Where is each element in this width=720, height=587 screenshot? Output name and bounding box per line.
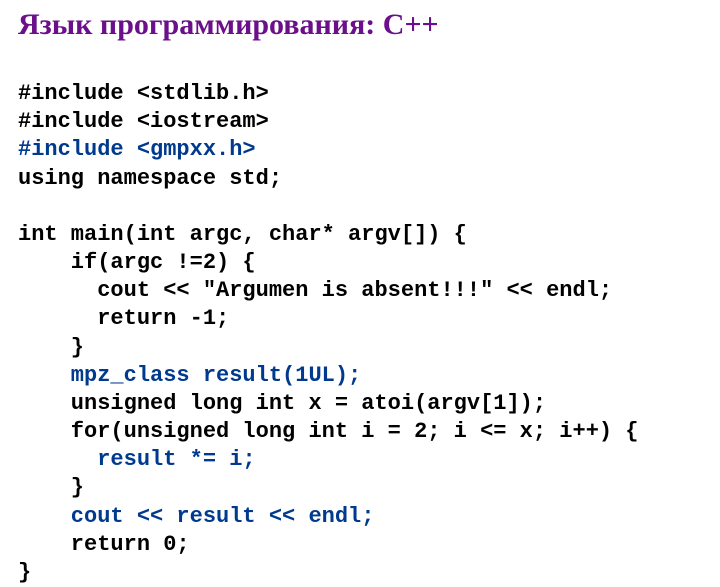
code-line-7: if(argc !=2) {	[18, 250, 256, 275]
code-line-3: #include <gmpxx.h>	[18, 137, 256, 162]
title-language: C++	[383, 8, 439, 41]
code-line-17: return 0;	[18, 532, 190, 557]
code-line-9: return -1;	[18, 306, 229, 331]
page-title: Язык программирования: C++	[18, 8, 702, 42]
code-line-10: }	[18, 335, 84, 360]
code-line-1: #include <stdlib.h>	[18, 81, 269, 106]
code-line-2: #include <iostream>	[18, 109, 269, 134]
code-line-14: result *= i;	[18, 447, 256, 472]
code-line-8: cout << "Argumen is absent!!!" << endl;	[18, 278, 612, 303]
title-prefix: Язык программирования:	[18, 8, 383, 41]
code-line-16: cout << result << endl;	[18, 504, 374, 529]
code-line-12: unsigned long int x = atoi(argv[1]);	[18, 391, 546, 416]
code-line-15: }	[18, 475, 84, 500]
code-line-4: using namespace std;	[18, 166, 282, 191]
code-line-11: mpz_class result(1UL);	[18, 363, 361, 388]
code-line-6: int main(int argc, char* argv[]) {	[18, 222, 467, 247]
code-block: #include <stdlib.h> #include <iostream> …	[18, 52, 702, 587]
code-line-18: }	[18, 560, 31, 585]
slide: Язык программирования: C++ #include <std…	[0, 0, 720, 587]
code-line-13: for(unsigned long int i = 2; i <= x; i++…	[18, 419, 639, 444]
